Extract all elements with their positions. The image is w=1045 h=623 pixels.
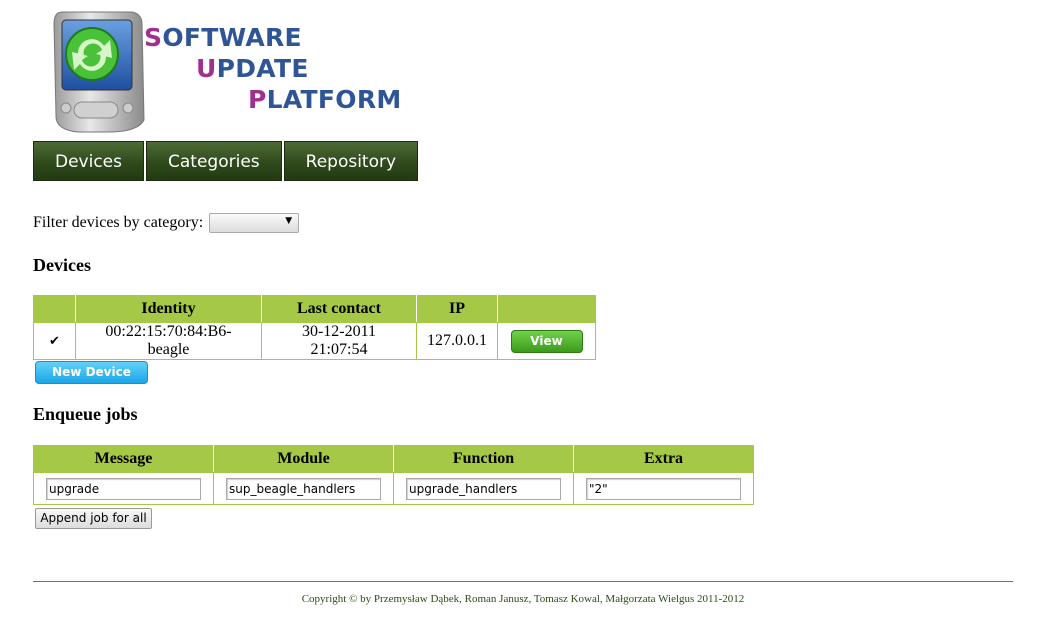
col-function: Function (393, 445, 574, 473)
jobs-table: Message Module Function Extra upgrade su… (33, 445, 754, 505)
logo: SOFTWARE UPDATE PLATFORM (48, 8, 401, 136)
nav-categories[interactable]: Categories (146, 141, 282, 181)
dropdown-arrow-icon: ▼ (285, 216, 293, 226)
col-ip: IP (416, 295, 498, 323)
footer-copyright: Copyright © by Przemysław Dąbek, Roman J… (301, 593, 745, 605)
function-input[interactable]: upgrade_handlers (406, 477, 561, 500)
enqueue-jobs-heading: Enqueue jobs (33, 404, 138, 424)
table-row: ✔ 00:22:15:70:84:B6-beagle 30-12-2011 21… (33, 322, 596, 360)
append-job-button[interactable]: Append job for all (35, 508, 152, 529)
devices-table: Identity Last contact IP ✔ 00:22:15:70:8… (33, 295, 596, 360)
col-select (33, 295, 76, 323)
table-row: upgrade sup_beagle_handlers upgrade_hand… (33, 472, 754, 505)
new-device-button[interactable]: New Device (35, 361, 148, 384)
main-nav: Devices Categories Repository (33, 141, 420, 181)
nav-repository[interactable]: Repository (283, 141, 419, 181)
nav-devices[interactable]: Devices (33, 141, 144, 181)
device-identity: 00:22:15:70:84:B6-beagle (75, 322, 262, 360)
col-message: Message (33, 445, 214, 473)
footer-divider (33, 581, 1013, 582)
extra-input[interactable]: "2" (586, 477, 741, 500)
col-identity: Identity (75, 295, 262, 323)
category-filter: Filter devices by category: ▼ (33, 213, 300, 233)
device-ip: 127.0.0.1 (416, 322, 498, 360)
category-select[interactable]: ▼ (209, 213, 300, 233)
checkmark-icon: ✔ (49, 334, 60, 349)
devices-heading: Devices (33, 255, 91, 275)
col-action (497, 295, 596, 323)
pda-device-icon (53, 11, 145, 133)
filter-label: Filter devices by category: (33, 214, 204, 231)
device-last-contact: 30-12-2011 21:07:54 (261, 322, 417, 360)
view-button[interactable]: View (510, 329, 583, 353)
module-input[interactable]: sup_beagle_handlers (226, 477, 381, 500)
col-module: Module (213, 445, 394, 473)
col-extra: Extra (573, 445, 754, 473)
col-last-contact: Last contact (261, 295, 417, 323)
logo-title: SOFTWARE UPDATE PLATFORM (144, 23, 402, 114)
row-checkbox[interactable]: ✔ (33, 322, 76, 360)
message-input[interactable]: upgrade (46, 477, 201, 500)
